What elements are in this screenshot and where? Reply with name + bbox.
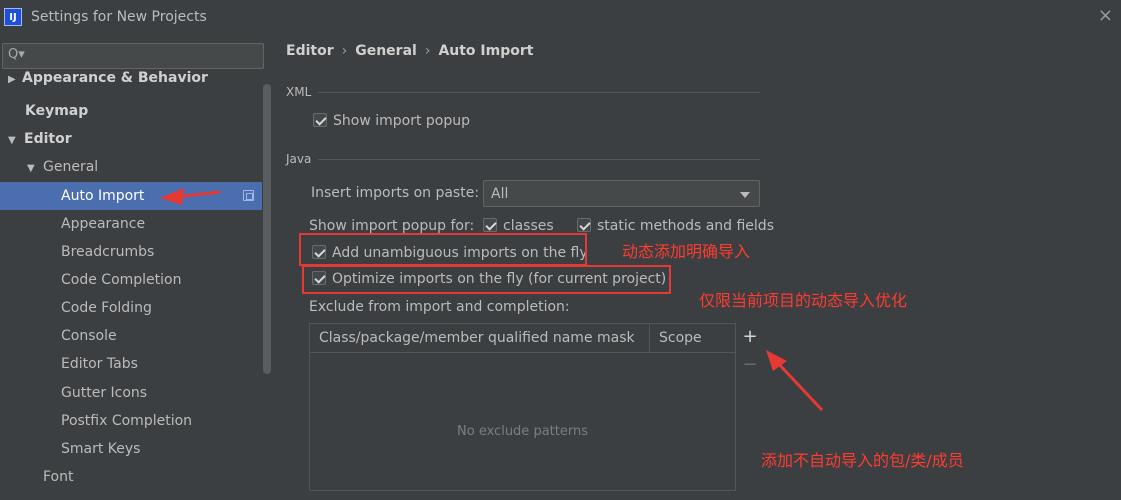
classes-checkbox[interactable] — [483, 218, 497, 232]
show-import-popup-xml-row[interactable]: Show import popup — [313, 113, 470, 129]
tree-item-label: Breadcrumbs — [61, 244, 155, 260]
annotation-text-add-unambiguous: 动态添加明确导入 — [622, 242, 751, 261]
tree-item-label: Appearance & Behavior — [22, 70, 208, 86]
annotation-box-add-unambiguous — [299, 233, 587, 266]
tree-item-auto-import[interactable]: Auto Import — [0, 182, 262, 210]
java-section-label: Java — [286, 152, 312, 166]
tree-item-editor[interactable]: ▼ Editor — [0, 125, 262, 153]
breadcrumb-item-general[interactable]: General — [355, 43, 417, 59]
tree-item-code-folding[interactable]: Code Folding — [0, 294, 262, 322]
breadcrumb-separator: › — [424, 43, 431, 59]
show-popup-for-label: Show import popup for: — [309, 218, 475, 234]
collapse-arrow-icon[interactable]: ▼ — [8, 127, 22, 155]
app-icon-text: IJ — [9, 11, 17, 23]
settings-search-input[interactable]: Q▾ — [2, 43, 264, 69]
tree-item-label: Keymap — [25, 103, 89, 119]
breadcrumb: Editor › General › Auto Import — [286, 43, 533, 59]
tree-item-code-completion[interactable]: Code Completion — [0, 266, 262, 294]
show-import-popup-xml-checkbox[interactable] — [313, 113, 327, 127]
static-methods-label: static methods and fields — [597, 218, 774, 234]
breadcrumb-item-auto-import: Auto Import — [438, 43, 534, 59]
title-bar: IJ Settings for New Projects × — [0, 0, 1121, 34]
column-divider — [649, 324, 650, 353]
intellij-app-icon: IJ — [4, 8, 22, 26]
show-import-popup-xml-label: Show import popup — [333, 113, 470, 129]
tree-item-general[interactable]: ▼ General — [0, 153, 262, 181]
tree-item-editor-tabs[interactable]: Editor Tabs — [0, 350, 262, 378]
tree-item-gutter-icons[interactable]: Gutter Icons — [0, 379, 262, 407]
remove-icon[interactable]: − — [741, 356, 759, 374]
annotation-text-exclude: 添加不自动导入的包/类/成员 — [761, 451, 964, 470]
window-title: Settings for New Projects — [31, 9, 207, 25]
tree-item-label: Postfix Completion — [61, 413, 193, 429]
tree-item-label: Editor Tabs — [61, 356, 138, 372]
tree-item-label: Console — [61, 328, 117, 344]
column-header-scope[interactable]: Scope — [659, 324, 702, 353]
tree-item-smart-keys[interactable]: Smart Keys — [0, 435, 262, 463]
static-methods-checkbox[interactable] — [577, 218, 591, 232]
tree-item-label: Gutter Icons — [61, 385, 148, 401]
tree-item-label: General — [43, 159, 99, 175]
xml-section-divider — [318, 92, 760, 93]
collapse-arrow-icon[interactable]: ▼ — [27, 155, 41, 183]
annotation-box-optimize-imports — [302, 265, 671, 294]
tree-item-breadcrumbs[interactable]: Breadcrumbs — [0, 238, 262, 266]
insert-imports-value: All — [491, 186, 509, 202]
close-icon[interactable]: × — [1098, 6, 1113, 26]
exclude-table-toolbar: + − — [736, 323, 764, 491]
expand-arrow-icon[interactable]: ▶ — [8, 72, 22, 88]
classes-row[interactable]: classes — [483, 218, 554, 234]
exclude-label: Exclude from import and completion: — [309, 299, 570, 315]
insert-imports-label: Insert imports on paste: — [311, 185, 480, 201]
add-icon[interactable]: + — [741, 328, 759, 346]
tree-item-label: Smart Keys — [61, 441, 141, 457]
annotation-text-optimize: 仅限当前项目的动态导入优化 — [699, 291, 908, 310]
column-header-mask[interactable]: Class/package/member qualified name mask — [319, 324, 635, 353]
exclude-table-header: Class/package/member qualified name mask… — [310, 324, 735, 353]
chevron-down-icon — [740, 192, 750, 198]
settings-window: IJ Settings for New Projects × Q▾ ▶ Appea… — [0, 0, 1121, 500]
exclude-table[interactable]: Class/package/member qualified name mask… — [309, 323, 736, 491]
tree-item-label: Font — [43, 469, 74, 485]
static-methods-row[interactable]: static methods and fields — [577, 218, 774, 234]
empty-table-text: No exclude patterns — [457, 424, 588, 439]
tree-item-label: Appearance — [61, 216, 146, 232]
tree-item-label: Code Completion — [61, 272, 182, 288]
tree-item-label: Auto Import — [61, 188, 145, 204]
tree-item-console[interactable]: Console — [0, 322, 262, 350]
classes-label: classes — [503, 218, 554, 234]
tree-item-keymap[interactable]: Keymap — [0, 97, 262, 125]
project-settings-icon — [243, 190, 254, 201]
xml-section-label: XML — [286, 85, 312, 99]
tree-item-appearance-behavior[interactable]: ▶ Appearance & Behavior — [0, 70, 262, 90]
tree-item-font[interactable]: Font — [0, 463, 262, 491]
tree-item-label: Code Folding — [61, 300, 152, 316]
tree-item-label: Editor — [24, 131, 72, 147]
java-section-divider — [318, 159, 760, 160]
insert-imports-select[interactable]: All — [483, 180, 760, 207]
breadcrumb-separator: › — [341, 43, 348, 59]
settings-sidebar: Q▾ ▶ Appearance & Behavior Keymap ▼ Editor… — [0, 34, 274, 500]
sidebar-scrollbar[interactable] — [263, 84, 271, 374]
tree-item-postfix-completion[interactable]: Postfix Completion — [0, 407, 262, 435]
breadcrumb-item-editor[interactable]: Editor — [286, 43, 334, 59]
tree-item-appearance[interactable]: Appearance — [0, 210, 262, 238]
search-icon: Q▾ — [8, 47, 25, 62]
